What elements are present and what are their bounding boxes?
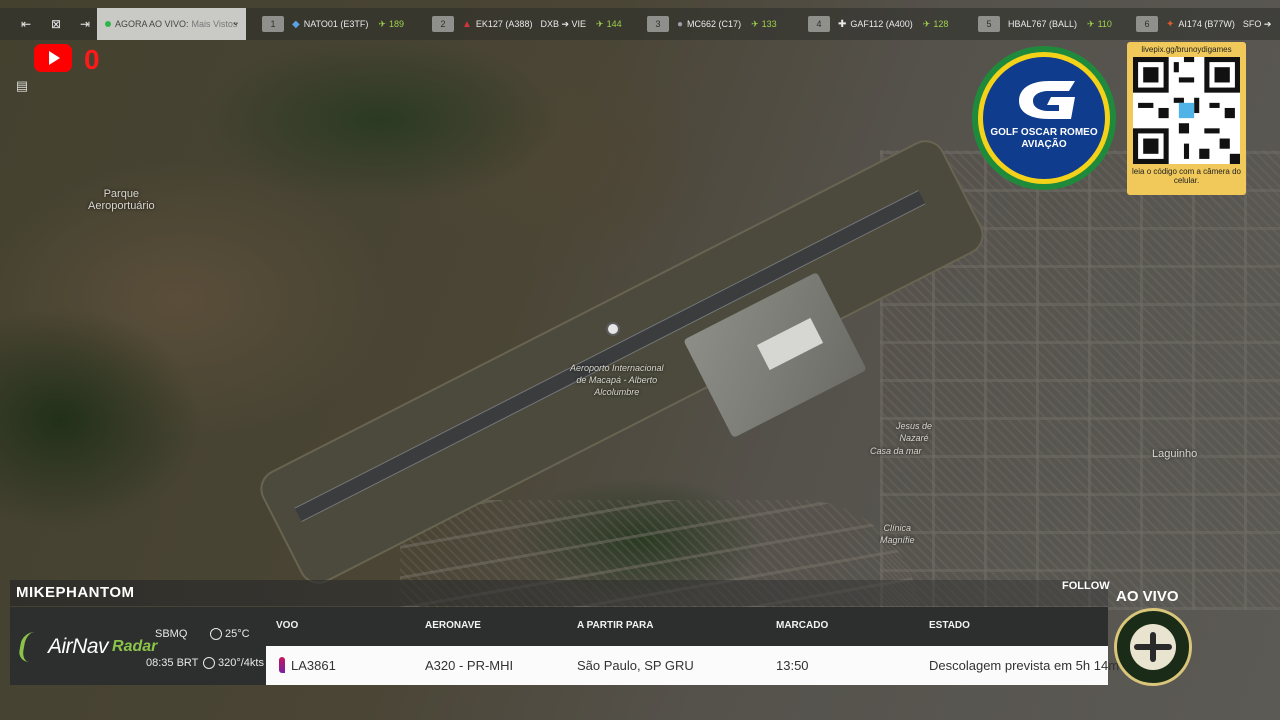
streamer-username: MIKEPHANTOM	[16, 584, 135, 601]
flight-route: SFO ➔	[1242, 18, 1272, 29]
cell-from-to: São Paulo, SP GRU	[577, 658, 694, 673]
viewer-count: ✈ 189	[378, 18, 404, 29]
viewer-count: ✈ 128	[922, 18, 949, 29]
header-flight: VOO	[276, 620, 299, 631]
viewer-count: ✈ 144	[596, 18, 622, 29]
airnav-mark-icon	[17, 632, 45, 662]
station-code: SBMQ	[155, 628, 188, 640]
cell-status: Descolagem prevista em 5h 14m	[929, 658, 1120, 673]
cell-scheduled: 13:50	[776, 658, 809, 673]
streamer-strip	[10, 580, 1108, 606]
flight-rank: 5	[978, 16, 1000, 32]
list-icon[interactable]: ▤	[10, 74, 34, 98]
fullscreen-icon[interactable]: ⊠	[45, 14, 67, 34]
map-label-park: Parque Aeroportuário	[88, 188, 155, 212]
wind: 320°/4kts	[203, 657, 264, 669]
live-label: AGORA AO VIVO:	[115, 19, 189, 29]
flight-callsign: NATO01 (E3TF)	[303, 19, 369, 29]
qr-url: livepix.gg/brunoydigames	[1141, 45, 1232, 54]
airline-icon: ▲	[462, 18, 472, 30]
airline-icon: ✦	[1166, 18, 1175, 30]
viewer-count: ✈ 110	[1087, 18, 1112, 29]
flight-callsign: EK127 (A388)	[475, 19, 533, 29]
top-bar: ⇤ ⊠ ⇥ AGORA AO VIVO: Mais Vistos ⌄ 1 ◆ N…	[0, 8, 1280, 40]
flight-route: DXB ➔ VIE	[540, 18, 587, 29]
collapse-left-icon[interactable]: ⇤	[15, 14, 37, 34]
live-sub-label: Mais Vistos	[191, 19, 238, 29]
wind-icon	[203, 657, 215, 669]
flight-callsign: HBAL767 (BALL)	[1008, 19, 1078, 29]
airline-icon: ◆	[292, 18, 300, 30]
g-wing-icon	[1019, 81, 1075, 119]
livepix-qr-card[interactable]: livepix.gg/brunoydigames leia o código c…	[1127, 42, 1246, 195]
map-label-canal: Casa da mar	[870, 446, 922, 456]
cloud-icon	[210, 628, 222, 640]
airnav-radar-suffix: Radar	[112, 638, 158, 655]
header-status: ESTADO	[929, 620, 970, 631]
golf-oscar-romeo-logo: GOLF OSCAR ROMEO AVIAÇÃO	[972, 46, 1116, 190]
airport-pin-icon[interactable]	[606, 322, 620, 336]
flight-callsign: AI174 (B77W)	[1178, 19, 1235, 29]
flight-callsign: GAF112 (A400)	[850, 19, 913, 29]
cell-aircraft: A320 - PR-MHI	[425, 658, 514, 673]
temperature: 25°C	[210, 628, 250, 640]
qr-code-icon	[1133, 57, 1240, 164]
flight-rank: 1	[262, 16, 284, 32]
viewers-icon: ✈	[1087, 18, 1095, 29]
airline-icon: ✚	[838, 18, 847, 30]
map-label-jesus-de-nazare: Jesus de Nazaré	[896, 421, 933, 443]
map-label-laguinho: Laguinho	[1152, 448, 1198, 460]
airnav-name: AirNav	[48, 635, 109, 658]
next-icon[interactable]: ⇥	[74, 14, 96, 34]
follow-button[interactable]: FOLLOW	[1062, 580, 1110, 592]
viewers-icon: ✈	[596, 18, 604, 29]
flight-chip-5[interactable]: 5 HBAL767 (BALL) ✈ 110	[978, 13, 1112, 35]
viewers-icon: ✈	[751, 18, 759, 29]
youtube-icon[interactable]	[34, 44, 72, 72]
propeller-icon	[1130, 624, 1176, 670]
airnav-radar-logo: AirNav Radar	[17, 630, 158, 664]
ao-vivo-label: AO VIVO	[1116, 588, 1179, 605]
flight-chip-4[interactable]: 4 ✚ GAF112 (A400) ✈ 128	[808, 13, 948, 35]
flight-chip-1[interactable]: 1 ◆ NATO01 (E3TF) ✈ 189	[262, 13, 404, 35]
header-from-to: A PARTIR PARA	[577, 620, 654, 631]
logo-line-2: AVIAÇÃO	[1021, 139, 1067, 150]
flight-chip-6[interactable]: 6 ✦ AI174 (B77W) SFO ➔	[1136, 13, 1271, 35]
header-scheduled: MARCADO	[776, 620, 829, 631]
cell-flight: LA3861	[291, 658, 336, 673]
flight-chip-2[interactable]: 2 ▲ EK127 (A388) DXB ➔ VIE ✈ 144	[432, 13, 622, 35]
viewers-icon: ✈	[378, 18, 386, 29]
header-aircraft: AERONAVE	[425, 620, 481, 631]
live-dot-icon	[105, 21, 111, 27]
flight-callsign: MC662 (C17)	[687, 19, 742, 29]
map-label-airport: Aeroporto Internacional de Macapá - Albe…	[570, 363, 664, 397]
qr-caption: leia o código com a câmera do celular.	[1132, 167, 1241, 185]
latam-airline-icon	[279, 657, 285, 673]
flight-rank: 6	[1136, 16, 1158, 32]
map-label-clinic: Clínica Magnífie	[880, 523, 915, 545]
viewers-icon: ✈	[922, 18, 931, 29]
flight-chip-3[interactable]: 3 ● MC662 (C17) ✈ 133	[647, 13, 777, 35]
flight-rank: 2	[432, 16, 454, 32]
live-selector-dropdown[interactable]: AGORA AO VIVO: Mais Vistos ⌄	[97, 8, 246, 40]
flight-rank: 4	[808, 16, 830, 32]
airline-icon: ●	[677, 18, 684, 30]
channel-logo	[1114, 608, 1192, 686]
youtube-live-count: 0	[84, 44, 100, 75]
logo-line-1: GOLF OSCAR ROMEO	[990, 127, 1098, 138]
local-time: 08:35 BRT	[146, 657, 199, 669]
viewer-count: ✈ 133	[751, 18, 777, 29]
flight-rank: 3	[647, 16, 669, 32]
chevron-down-icon: ⌄	[231, 17, 240, 28]
